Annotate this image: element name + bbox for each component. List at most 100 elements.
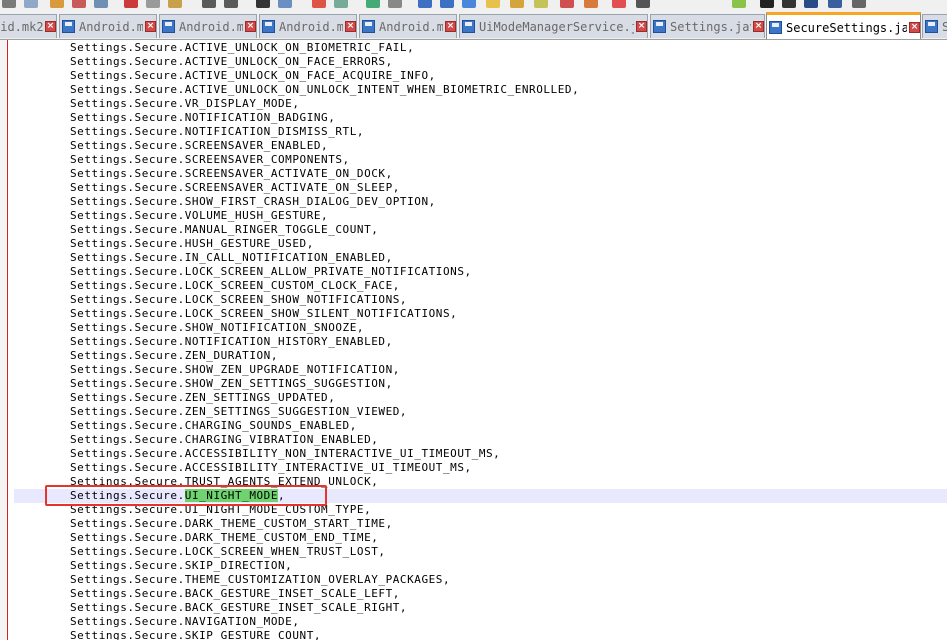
- close-icon[interactable]: ×: [636, 21, 647, 32]
- toolbar-icon[interactable]: [334, 0, 348, 8]
- tab-label: Android.mk: [79, 19, 143, 34]
- code-line[interactable]: Settings.Secure.VR_DISPLAY_MODE,: [14, 97, 947, 111]
- toolbar-icon[interactable]: [636, 0, 650, 8]
- code-line[interactable]: Settings.Secure.SCREENSAVER_ACTIVATE_ON_…: [14, 181, 947, 195]
- toolbar-icon[interactable]: [94, 0, 108, 8]
- code-line[interactable]: Settings.Secure.LOCK_SCREEN_ALLOW_PRIVAT…: [14, 265, 947, 279]
- tab-android-mk[interactable]: Android.mk ×: [259, 14, 357, 38]
- tab-android-mk[interactable]: Android.mk ×: [359, 14, 457, 38]
- code-line[interactable]: Settings.Secure.NOTIFICATION_BADGING,: [14, 111, 947, 125]
- code-line[interactable]: Settings.Secure.DARK_THEME_CUSTOM_END_TI…: [14, 531, 947, 545]
- toolbar-icon[interactable]: [168, 0, 182, 8]
- toolbar-icon[interactable]: [612, 0, 626, 8]
- code-line[interactable]: Settings.Secure.MANUAL_RINGER_TOGGLE_COU…: [14, 223, 947, 237]
- code-line[interactable]: Settings.Secure.ACTIVE_UNLOCK_ON_BIOMETR…: [14, 41, 947, 55]
- code-line[interactable]: Settings.Secure.SHOW_FIRST_CRASH_DIALOG_…: [14, 195, 947, 209]
- code-line[interactable]: Settings.Secure.SKIP_DIRECTION,: [14, 559, 947, 573]
- code-line[interactable]: Settings.Secure.LOCK_SCREEN_SHOW_NOTIFIC…: [14, 293, 947, 307]
- toolbar-icon[interactable]: [510, 0, 524, 8]
- toolbar-icon[interactable]: [804, 0, 818, 8]
- code-line[interactable]: Settings.Secure.NOTIFICATION_DISMISS_RTL…: [14, 125, 947, 139]
- toolbar-icon[interactable]: [782, 0, 796, 8]
- code-line[interactable]: Settings.Secure.LOCK_SCREEN_WHEN_TRUST_L…: [14, 545, 947, 559]
- file-icon: [162, 20, 175, 33]
- tab-android-mk2[interactable]: oid.mk2 ×: [0, 14, 57, 38]
- toolbar-icon[interactable]: [50, 0, 64, 8]
- code-line[interactable]: Settings.Secure.SCREENSAVER_ENABLED,: [14, 139, 947, 153]
- tab-label: Settings.java: [670, 19, 751, 34]
- toolbar-icon[interactable]: [534, 0, 548, 8]
- tab-label: SecureSettings.java: [786, 20, 907, 35]
- code-line[interactable]: Settings.Secure.CHARGING_SOUNDS_ENABLED,: [14, 419, 947, 433]
- code-line[interactable]: Settings.Secure.SKIP_GESTURE_COUNT,: [14, 629, 947, 640]
- code-line[interactable]: Settings.Secure.ZEN_SETTINGS_SUGGESTION_…: [14, 405, 947, 419]
- toolbar-icon[interactable]: [146, 0, 160, 8]
- code-line[interactable]: Settings.Secure.THEME_CUSTOMIZATION_OVER…: [14, 573, 947, 587]
- code-line[interactable]: Settings.Secure.ACCESSIBILITY_INTERACTIV…: [14, 461, 947, 475]
- toolbar-icon[interactable]: [366, 0, 380, 8]
- toolbar-icon[interactable]: [2, 0, 16, 8]
- toolbar-icon[interactable]: [72, 0, 86, 8]
- code-line[interactable]: Settings.Secure.VOLUME_HUSH_GESTURE,: [14, 209, 947, 223]
- tab-overflow[interactable]: S: [922, 14, 947, 38]
- code-line[interactable]: Settings.Secure.IN_CALL_NOTIFICATION_ENA…: [14, 251, 947, 265]
- toolbar-icon[interactable]: [828, 0, 842, 8]
- code-line[interactable]: Settings.Secure.LOCK_SCREEN_SHOW_SILENT_…: [14, 307, 947, 321]
- close-icon[interactable]: ×: [145, 21, 156, 32]
- code-line[interactable]: Settings.Secure.NOTIFICATION_HISTORY_ENA…: [14, 335, 947, 349]
- code-line[interactable]: Settings.Secure.SCREENSAVER_ACTIVATE_ON_…: [14, 167, 947, 181]
- close-icon[interactable]: ×: [445, 21, 456, 32]
- code-line[interactable]: Settings.Secure.DARK_THEME_CUSTOM_START_…: [14, 517, 947, 531]
- code-line[interactable]: Settings.Secure.NAVIGATION_MODE,: [14, 615, 947, 629]
- close-icon[interactable]: ×: [45, 21, 56, 32]
- toolbar-icon[interactable]: [560, 0, 574, 8]
- toolbar-icon[interactable]: [278, 0, 292, 8]
- tab-securesettings-java[interactable]: SecureSettings.java ×: [766, 12, 921, 39]
- file-icon: [262, 20, 275, 33]
- code-editor[interactable]: Settings.Secure.ACTIVE_UNLOCK_ON_BIOMETR…: [0, 40, 947, 640]
- code-line[interactable]: Settings.Secure.ACTIVE_UNLOCK_ON_FACE_ER…: [14, 55, 947, 69]
- toolbar-icon[interactable]: [440, 0, 454, 8]
- code-line[interactable]: Settings.Secure.CHARGING_VIBRATION_ENABL…: [14, 433, 947, 447]
- code-line[interactable]: Settings.Secure.LOCK_SCREEN_CUSTOM_CLOCK…: [14, 279, 947, 293]
- file-icon: [62, 20, 75, 33]
- code-line[interactable]: Settings.Secure.BACK_GESTURE_INSET_SCALE…: [14, 587, 947, 601]
- code-line[interactable]: Settings.Secure.ACTIVE_UNLOCK_ON_UNLOCK_…: [14, 83, 947, 97]
- code-line[interactable]: Settings.Secure.SHOW_NOTIFICATION_SNOOZE…: [14, 321, 947, 335]
- toolbar-icon[interactable]: [486, 0, 500, 8]
- toolbar-icon[interactable]: [760, 0, 774, 8]
- tab-android-mk[interactable]: Android.mk ×: [59, 14, 157, 38]
- toolbar-icon[interactable]: [462, 0, 476, 8]
- toolbar-icon[interactable]: [202, 0, 216, 8]
- toolbar-icon[interactable]: [256, 0, 270, 8]
- code-line[interactable]: Settings.Secure.SCREENSAVER_COMPONENTS,: [14, 153, 947, 167]
- tab-android-mk[interactable]: Android.mk ×: [159, 14, 257, 38]
- close-icon[interactable]: ×: [753, 21, 764, 32]
- code-line[interactable]: Settings.Secure.ZEN_SETTINGS_UPDATED,: [14, 391, 947, 405]
- close-icon[interactable]: ×: [909, 22, 920, 33]
- code-line[interactable]: Settings.Secure.SHOW_ZEN_UPGRADE_NOTIFIC…: [14, 363, 947, 377]
- code-line[interactable]: Settings.Secure.ACCESSIBILITY_NON_INTERA…: [14, 447, 947, 461]
- toolbar-icon[interactable]: [124, 0, 138, 8]
- tab-uimodemanagerservice[interactable]: UiModeManagerService.java ×: [459, 14, 648, 38]
- code-line[interactable]: Settings.Secure.ACTIVE_UNLOCK_ON_FACE_AC…: [14, 69, 947, 83]
- toolbar-icon[interactable]: [584, 0, 598, 8]
- toolbar: [0, 0, 947, 10]
- code-line[interactable]: Settings.Secure.SHOW_ZEN_SETTINGS_SUGGES…: [14, 377, 947, 391]
- code-area[interactable]: Settings.Secure.ACTIVE_UNLOCK_ON_BIOMETR…: [14, 41, 947, 640]
- code-line[interactable]: Settings.Secure.ZEN_DURATION,: [14, 349, 947, 363]
- tab-label: Android.mk: [179, 19, 243, 34]
- toolbar-icon[interactable]: [852, 0, 866, 8]
- toolbar-icon[interactable]: [388, 0, 402, 8]
- close-icon[interactable]: ×: [345, 21, 356, 32]
- android-icon[interactable]: [732, 0, 746, 8]
- close-icon[interactable]: ×: [245, 21, 256, 32]
- toolbar-icon[interactable]: [224, 0, 238, 8]
- toolbar-icon[interactable]: [24, 0, 38, 8]
- fold-margin[interactable]: [0, 40, 6, 640]
- code-line[interactable]: Settings.Secure.BACK_GESTURE_INSET_SCALE…: [14, 601, 947, 615]
- code-line[interactable]: Settings.Secure.HUSH_GESTURE_USED,: [14, 237, 947, 251]
- toolbar-icon[interactable]: [312, 0, 326, 8]
- tab-settings-java[interactable]: Settings.java ×: [650, 14, 765, 38]
- toolbar-icon[interactable]: [418, 0, 432, 8]
